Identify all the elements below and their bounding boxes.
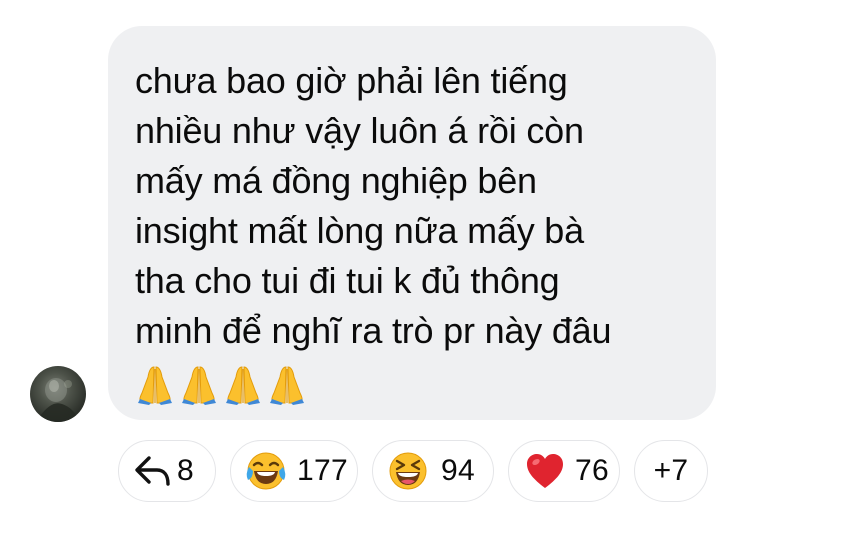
comment-bubble[interactable]: chưa bao giờ phải lên tiếng nhiều như vậ… [108,26,716,420]
reply-arrow-icon [133,454,173,488]
reaction-haha-count: 177 [297,454,348,487]
folded-hands-icon [226,366,260,405]
folded-hands-icon [182,366,216,405]
reaction-bar: 8 177 94 76 +7 [118,440,708,502]
comment-line: insight mất lòng nữa mấy bà [135,210,584,251]
reply-button[interactable]: 8 [118,440,216,502]
comment-line: tha cho tui đi tui k đủ thông [135,260,560,301]
more-reactions-count: +7 [653,454,689,487]
avatar[interactable] [30,366,86,422]
folded-hands-icon [138,366,172,405]
reply-count: 8 [177,454,194,487]
grinning-squinting-emoji-icon [387,450,429,492]
more-reactions-button[interactable]: +7 [634,440,708,502]
reaction-laugh-count: 94 [441,454,475,487]
comment-line: chưa bao giờ phải lên tiếng [135,60,568,101]
comment-line: minh để nghĩ ra trò pr này đâu [135,310,612,351]
reaction-haha-button[interactable]: 177 [230,440,358,502]
reaction-heart-button[interactable]: 76 [508,440,620,502]
avatar-photo-icon [36,378,80,422]
red-heart-icon [525,452,565,490]
folded-hands-icon [270,366,304,405]
comment-thread: chưa bao giờ phải lên tiếng nhiều như vậ… [0,0,843,533]
comment-line: nhiều như vậy luôn á rồi còn [135,110,584,151]
reaction-laugh-button[interactable]: 94 [372,440,494,502]
comment-line: mấy má đồng nghiệp bên [135,160,537,201]
tears-of-joy-emoji-icon [245,450,287,492]
reaction-heart-count: 76 [575,454,609,487]
comment-emoji-row [135,362,716,406]
